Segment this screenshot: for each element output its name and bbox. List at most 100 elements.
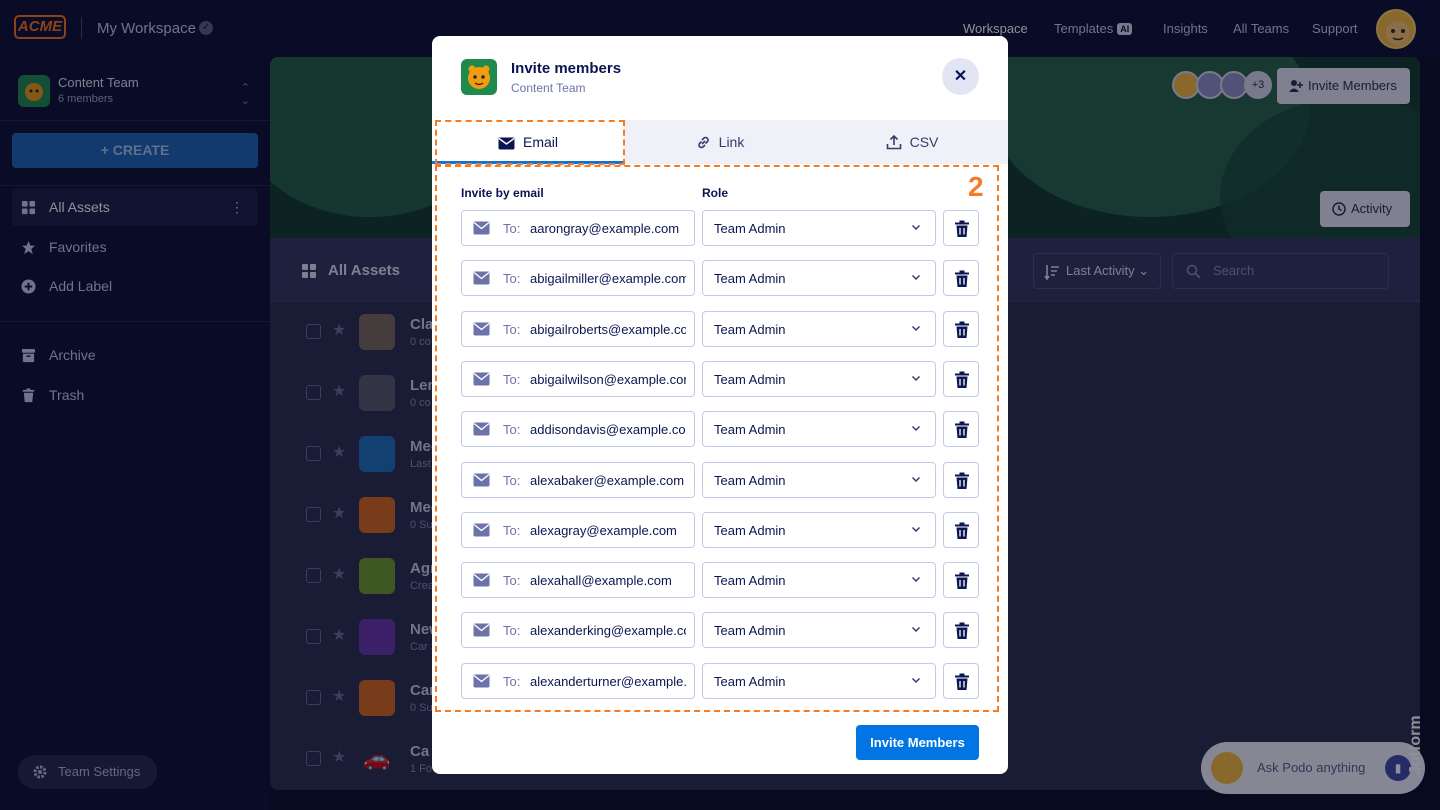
email-field[interactable]: To: alexanderking@example.co — [461, 612, 695, 648]
chevron-down-icon — [911, 576, 921, 583]
envelope-icon — [473, 271, 490, 285]
tab-link[interactable]: Link — [624, 120, 816, 164]
trash-icon — [955, 522, 969, 539]
to-label: To: — [503, 674, 521, 689]
invite-members-dialog: Invite members Content Team ✕ Email Link… — [432, 36, 1008, 774]
role-dropdown[interactable]: Team Admin — [702, 663, 936, 699]
delete-invite-button[interactable] — [943, 311, 979, 347]
annotation-step-number: 2 — [968, 171, 984, 202]
trash-icon — [955, 572, 969, 589]
email-field[interactable]: To: abigailroberts@example.co — [461, 311, 695, 347]
envelope-icon — [473, 674, 490, 688]
envelope-icon — [473, 221, 490, 235]
trash-icon — [955, 321, 969, 338]
link-icon — [697, 136, 709, 149]
role-dropdown[interactable]: Team Admin — [702, 361, 936, 397]
chevron-down-icon — [911, 626, 921, 633]
role-value: Team Admin — [714, 573, 786, 588]
email-field[interactable]: To: abigailmiller@example.com — [461, 260, 695, 296]
trash-icon — [955, 220, 969, 237]
delete-invite-button[interactable] — [943, 512, 979, 548]
dialog-subtitle: Content Team — [511, 81, 586, 95]
chevron-down-icon — [911, 476, 921, 483]
delete-invite-button[interactable] — [943, 462, 979, 498]
dialog-title: Invite members — [511, 60, 622, 77]
role-value: Team Admin — [714, 271, 786, 286]
tab-label: CSV — [909, 134, 939, 150]
email-value: abigailroberts@example.co — [530, 322, 686, 337]
email-field[interactable]: To: addisondavis@example.cor — [461, 411, 695, 447]
envelope-icon — [473, 623, 490, 637]
upload-icon — [886, 134, 901, 150]
to-label: To: — [503, 573, 521, 588]
to-label: To: — [503, 372, 521, 387]
role-column-header: Role — [702, 186, 729, 200]
email-column-header: Invite by email — [461, 186, 544, 200]
delete-invite-button[interactable] — [943, 361, 979, 397]
role-dropdown[interactable]: Team Admin — [702, 562, 936, 598]
role-value: Team Admin — [714, 623, 786, 638]
tab-label: Email — [522, 134, 558, 150]
chevron-down-icon — [911, 375, 921, 382]
email-field[interactable]: To: alexabaker@example.com — [461, 462, 695, 498]
trash-icon — [955, 622, 969, 639]
chevron-down-icon — [911, 677, 921, 684]
chevron-down-icon — [911, 224, 921, 231]
email-value: aarongray@example.com — [530, 221, 680, 236]
delete-invite-button[interactable] — [943, 260, 979, 296]
email-field[interactable]: To: abigailwilson@example.cor — [461, 361, 695, 397]
trash-icon — [955, 472, 969, 489]
email-value: alexabaker@example.com — [530, 473, 685, 488]
close-button[interactable]: ✕ — [942, 58, 979, 95]
email-value: abigailwilson@example.cor — [530, 372, 686, 387]
email-value: alexanderking@example.co — [530, 623, 686, 638]
trash-icon — [955, 371, 969, 388]
role-dropdown[interactable]: Team Admin — [702, 210, 936, 246]
to-label: To: — [503, 422, 521, 437]
to-label: To: — [503, 623, 521, 638]
delete-invite-button[interactable] — [943, 411, 979, 447]
to-label: To: — [503, 473, 521, 488]
tab-csv[interactable]: CSV — [816, 120, 1008, 164]
envelope-icon — [473, 473, 490, 487]
invite-method-tabs: Email Link CSV — [432, 120, 1008, 164]
to-label: To: — [503, 322, 521, 337]
role-dropdown[interactable]: Team Admin — [702, 260, 936, 296]
email-field[interactable]: To: alexanderturner@example.c — [461, 663, 695, 699]
delete-invite-button[interactable] — [943, 663, 979, 699]
delete-invite-button[interactable] — [943, 562, 979, 598]
chevron-down-icon — [911, 274, 921, 281]
role-dropdown[interactable]: Team Admin — [702, 411, 936, 447]
role-dropdown[interactable]: Team Admin — [702, 512, 936, 548]
chevron-down-icon — [911, 425, 921, 432]
role-dropdown[interactable]: Team Admin — [702, 311, 936, 347]
role-value: Team Admin — [714, 221, 786, 236]
role-dropdown[interactable]: Team Admin — [702, 462, 936, 498]
envelope-icon — [473, 422, 490, 436]
invite-members-button[interactable]: Invite Members — [856, 725, 979, 760]
role-value: Team Admin — [714, 322, 786, 337]
delete-invite-button[interactable] — [943, 210, 979, 246]
tab-email[interactable]: Email — [432, 120, 624, 164]
team-avatar — [461, 59, 497, 95]
to-label: To: — [503, 523, 521, 538]
email-value: alexanderturner@example.c — [530, 674, 686, 689]
delete-invite-button[interactable] — [943, 612, 979, 648]
envelope-icon — [473, 322, 490, 336]
email-field[interactable]: To: alexagray@example.com — [461, 512, 695, 548]
role-value: Team Admin — [714, 422, 786, 437]
email-field[interactable]: To: aarongray@example.com — [461, 210, 695, 246]
email-value: abigailmiller@example.com — [530, 271, 686, 286]
envelope-icon — [498, 137, 515, 150]
role-value: Team Admin — [714, 473, 786, 488]
to-label: To: — [503, 221, 521, 236]
to-label: To: — [503, 271, 521, 286]
role-value: Team Admin — [714, 674, 786, 689]
chevron-down-icon — [911, 325, 921, 332]
envelope-icon — [473, 523, 490, 537]
envelope-icon — [473, 372, 490, 386]
role-value: Team Admin — [714, 372, 786, 387]
trash-icon — [955, 270, 969, 287]
email-field[interactable]: To: alexahall@example.com — [461, 562, 695, 598]
role-dropdown[interactable]: Team Admin — [702, 612, 936, 648]
